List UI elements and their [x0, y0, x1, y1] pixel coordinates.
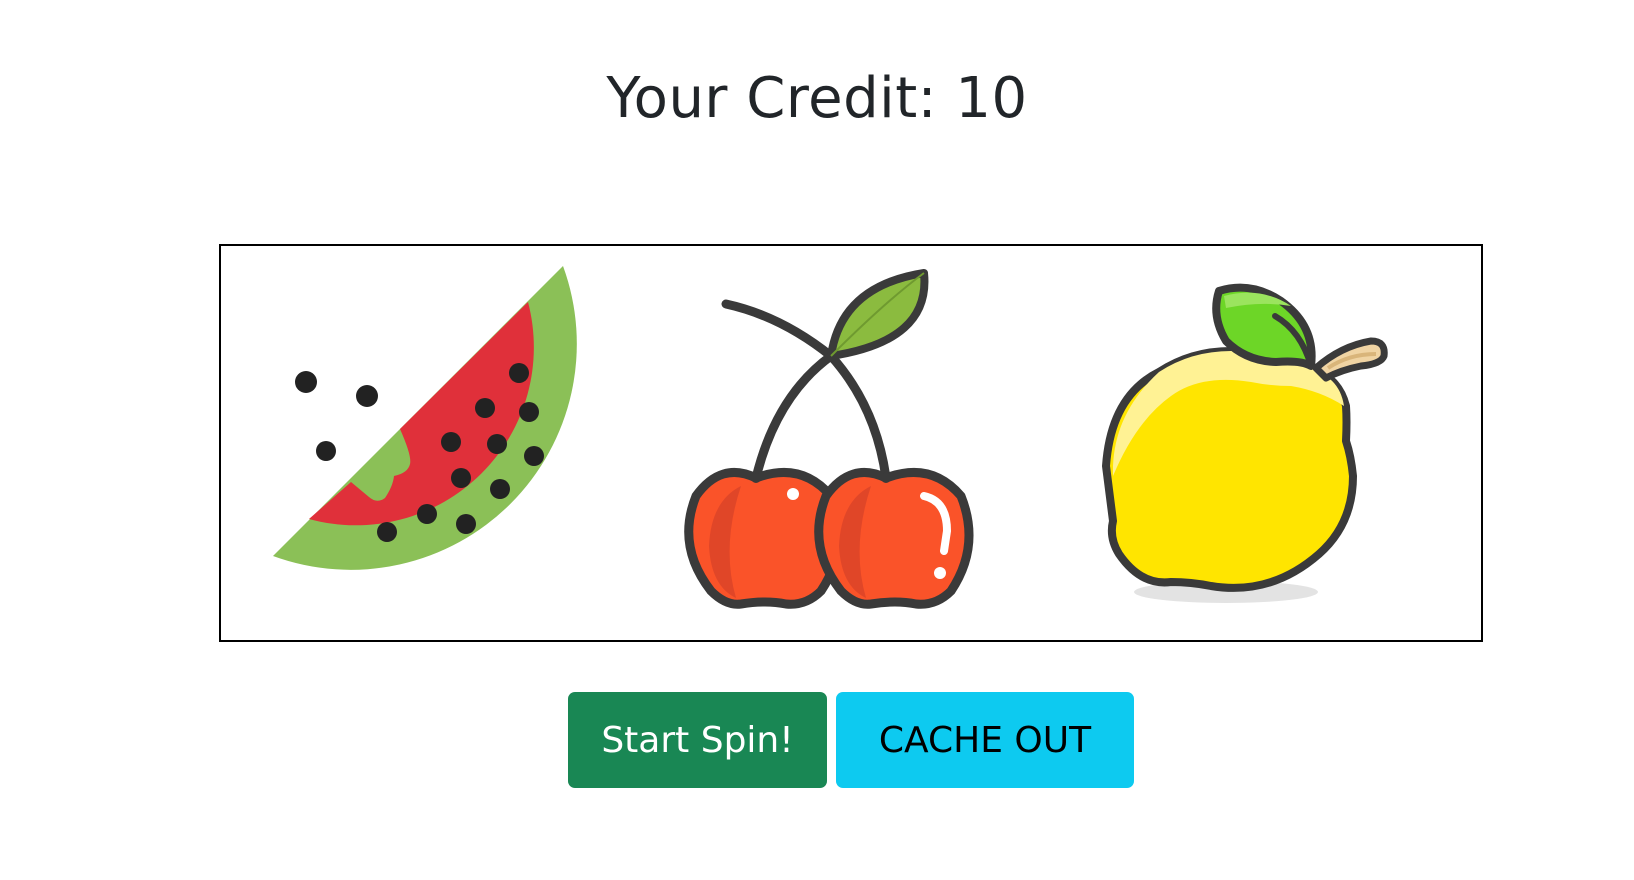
reels-panel: [219, 244, 1483, 642]
cherry-icon: [684, 269, 974, 609]
slot-machine-page: Your Credit: 10 Start Spin! CACHE OUT: [0, 0, 1634, 880]
lemon-icon: [1102, 283, 1388, 603]
credit-display: Your Credit: 10: [606, 66, 1028, 131]
reel-2: [681, 246, 1001, 640]
start-spin-button[interactable]: Start Spin!: [568, 692, 827, 788]
reel-3: [1091, 246, 1411, 640]
watermelon-icon: [273, 266, 577, 570]
cash-out-button[interactable]: CACHE OUT: [836, 692, 1134, 788]
reel-1: [261, 246, 621, 640]
